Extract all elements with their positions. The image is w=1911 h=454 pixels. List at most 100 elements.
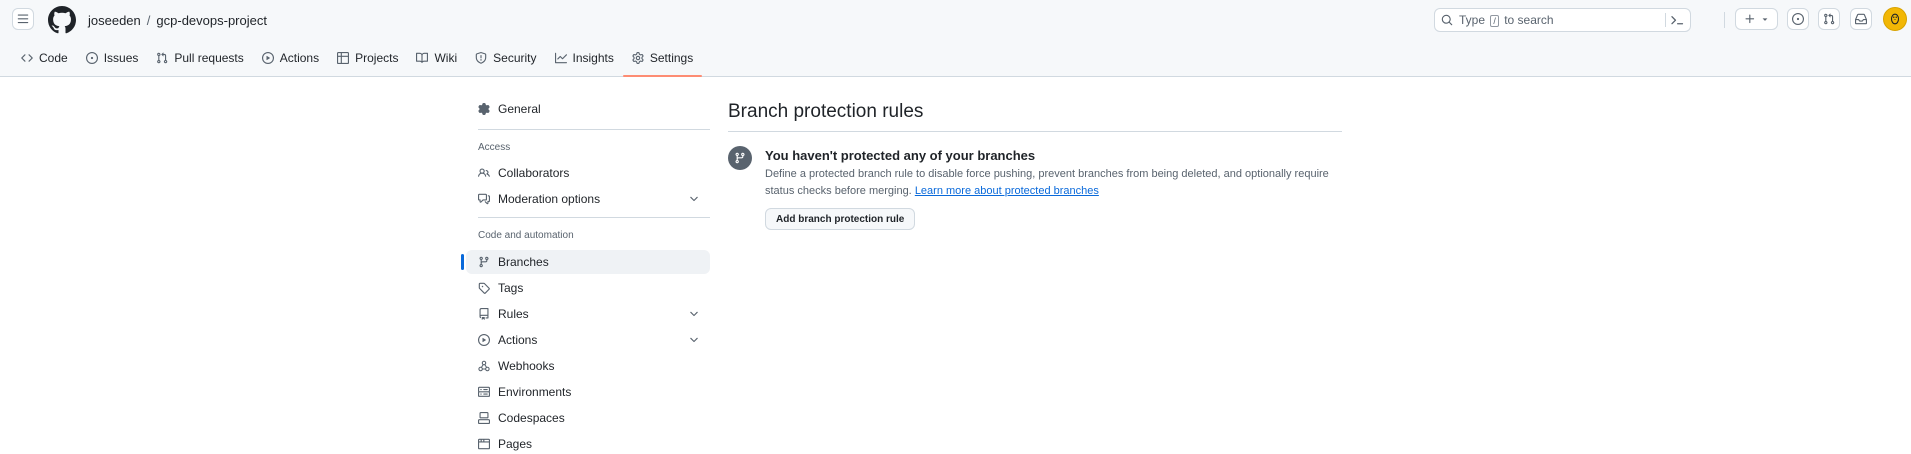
tab-code[interactable]: Code: [12, 44, 77, 72]
sidebar-item-collaborators[interactable]: Collaborators: [466, 161, 710, 185]
chevron-down-icon: [690, 337, 698, 343]
git-pull-request-icon: [157, 52, 168, 64]
github-logo-icon[interactable]: [48, 6, 76, 34]
tab-code-label: Code: [39, 51, 68, 65]
sidebar-item-label: Pages: [498, 437, 533, 451]
sidebar-item-tags[interactable]: Tags: [466, 276, 710, 300]
gear-icon: [478, 103, 490, 115]
table-icon: [337, 52, 350, 64]
tag-icon: [478, 282, 490, 294]
tab-settings[interactable]: Settings: [622, 44, 703, 77]
server-icon: [478, 386, 490, 397]
plus-icon: [1745, 14, 1754, 24]
tab-settings-label: Settings: [649, 51, 694, 65]
search-shortcut-key: /: [1490, 15, 1499, 27]
git-branch-icon: [479, 256, 489, 268]
blankslate-heading: You haven't protected any of your branch…: [765, 148, 1036, 163]
book-icon: [416, 52, 429, 63]
gear-icon: [632, 52, 644, 64]
create-new-button[interactable]: [1735, 8, 1778, 30]
hamburger-icon: [17, 14, 29, 24]
tab-actions-label: Actions: [279, 51, 320, 65]
blankslate-description: Define a protected branch rule to disabl…: [765, 166, 1345, 200]
codespaces-icon: [478, 412, 490, 424]
play-icon: [478, 334, 490, 346]
sidebar-item-label: Rules: [498, 307, 529, 321]
sidebar-item-rules[interactable]: Rules: [466, 302, 710, 326]
search-icon: [1441, 14, 1453, 26]
tab-issues-label: Issues: [103, 51, 139, 65]
search-divider: [1665, 13, 1666, 27]
tab-wiki-label: Wiki: [434, 51, 458, 65]
graph-icon: [554, 52, 567, 64]
learn-more-link[interactable]: Learn more about protected branches: [915, 185, 1099, 197]
sidebar-divider: [478, 217, 710, 218]
chevron-down-icon: [690, 196, 698, 202]
breadcrumb: joseeden / gcp-devops-project: [88, 13, 267, 28]
breadcrumb-separator: /: [146, 13, 151, 28]
sidebar-item-environments[interactable]: Environments: [466, 380, 710, 404]
sidebar-item-label: Collaborators: [498, 166, 570, 180]
title-divider: [728, 131, 1342, 132]
breadcrumb-owner[interactable]: joseeden: [88, 13, 141, 28]
tab-insights-label: Insights: [572, 51, 614, 65]
blankslate-icon-wrapper: [728, 146, 752, 170]
sidebar-item-webhooks[interactable]: Webhooks: [466, 354, 710, 378]
shield-icon: [475, 52, 487, 64]
issue-opened-icon: [1792, 13, 1804, 25]
webhook-icon: [478, 360, 490, 372]
git-branch-icon: [735, 152, 745, 164]
tab-security[interactable]: Security: [466, 44, 545, 72]
sidebar-item-label: Actions: [498, 333, 538, 347]
command-palette-icon[interactable]: [1670, 13, 1684, 27]
sidebar-item-pages[interactable]: Pages: [466, 432, 710, 454]
add-branch-protection-rule-button[interactable]: Add branch protection rule: [765, 208, 916, 230]
sidebar-item-codespaces[interactable]: Codespaces: [466, 406, 710, 430]
sidebar-item-moderation-options[interactable]: Moderation options: [466, 187, 710, 211]
sidebar-item-label: General: [498, 102, 541, 116]
penguin-avatar-icon: [1890, 13, 1900, 25]
browser-icon: [478, 438, 490, 450]
menu-button[interactable]: [12, 8, 34, 30]
sidebar-heading-code-automation: Code and automation: [478, 230, 574, 241]
search-placeholder: Type / to search: [1459, 13, 1554, 27]
play-icon: [261, 52, 274, 64]
tab-security-label: Security: [493, 51, 537, 65]
breadcrumb-repo[interactable]: gcp-devops-project: [156, 13, 267, 28]
page-title: Branch protection rules: [728, 101, 924, 122]
chevron-down-icon: [690, 311, 698, 317]
sidebar-item-general[interactable]: General: [466, 97, 710, 121]
triangle-down-icon: [1762, 18, 1767, 21]
sidebar-item-label: Codespaces: [498, 411, 565, 425]
sidebar-item-label: Tags: [498, 281, 524, 295]
sidebar-divider: [478, 129, 710, 130]
avatar[interactable]: [1883, 7, 1907, 31]
sidebar-heading-access: Access: [478, 142, 511, 153]
your-pull-requests-button[interactable]: [1818, 8, 1840, 30]
issue-opened-icon: [85, 52, 98, 64]
people-icon: [478, 168, 490, 177]
search-input[interactable]: Type / to search: [1434, 8, 1691, 32]
notifications-button[interactable]: [1850, 8, 1872, 30]
git-pull-request-icon: [1824, 13, 1835, 25]
repo-nav: Code Issues Pull requests Actions Projec…: [12, 44, 703, 77]
repo-push-icon: [479, 308, 489, 320]
code-icon: [21, 54, 33, 62]
sidebar-item-label: Moderation options: [498, 192, 601, 206]
global-header: joseeden / gcp-devops-project Type / to …: [0, 0, 1911, 77]
sidebar-item-label: Webhooks: [498, 359, 555, 373]
tab-projects[interactable]: Projects: [328, 44, 407, 72]
sidebar-item-label: Environments: [498, 385, 572, 399]
tab-issues[interactable]: Issues: [77, 44, 148, 72]
tab-projects-label: Projects: [355, 51, 399, 65]
header-divider: [1724, 12, 1725, 28]
tab-wiki[interactable]: Wiki: [407, 44, 466, 72]
sidebar-item-branches[interactable]: Branches: [461, 250, 710, 274]
your-issues-button[interactable]: [1787, 8, 1809, 30]
inbox-icon: [1855, 13, 1867, 25]
tab-pull-requests-label: Pull requests: [174, 51, 244, 65]
tab-actions[interactable]: Actions: [253, 44, 328, 72]
tab-pull-requests[interactable]: Pull requests: [147, 44, 252, 72]
sidebar-item-actions[interactable]: Actions: [466, 328, 710, 352]
tab-insights[interactable]: Insights: [546, 44, 623, 72]
